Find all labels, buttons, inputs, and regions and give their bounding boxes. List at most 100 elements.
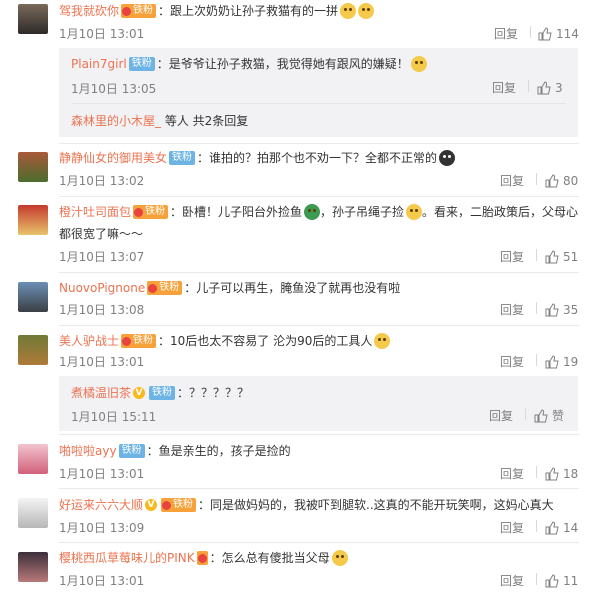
avatar[interactable] [18,444,48,474]
avatar[interactable] [18,152,48,182]
avatar[interactable] [18,205,48,235]
reply-button[interactable]: 回复 [500,249,524,265]
iron-fan-badge[interactable]: 铁粉 [169,151,196,165]
username[interactable]: 啪啦啦ayy [59,441,117,461]
iron-fan-badge[interactable]: 铁粉 [133,205,169,219]
heart-icon [122,336,132,346]
thumbs-up-icon [538,27,552,41]
iron-fan-badge[interactable]: 铁粉 [128,57,155,71]
comment-item: 樱桃西瓜草莓味儿的PINK ：怎么总有傻批当父母 1月10日 13:01 回复 … [0,546,601,593]
divider [59,488,579,489]
username[interactable]: 美人驴战士 [59,331,119,351]
iron-fan-badge[interactable] [196,551,208,565]
heart-icon [197,553,207,563]
avatar[interactable] [18,498,48,528]
like-label: 赞 [552,409,565,423]
iron-fan-badge[interactable]: 铁粉 [161,498,197,512]
iron-fan-badge[interactable]: 铁粉 [147,281,183,295]
comment-item: 橙汁吐司面包 铁粉 ：卧槽！儿子阳台外捡鱼 ，孙子吊绳子捡 。看来，二胎政策后，… [0,199,601,269]
comment-item: NuovoPignone 铁粉 ：儿子可以再生，腌鱼没了就再也没有啦 1月10日… [0,276,601,326]
like-button[interactable]: 114 [538,26,579,42]
username[interactable]: 静静仙女的御用美女 [59,148,167,168]
like-button[interactable]: 14 [545,520,578,536]
thumbs-up-icon [537,81,551,95]
more-replies[interactable]: 森林里的小木屋_ 等人 共2条回复 [71,112,248,129]
avatar[interactable] [18,4,48,34]
iron-fan-badge[interactable]: 铁粉 [121,334,157,348]
like-count: 19 [563,355,579,369]
avatar[interactable] [18,335,48,365]
grin-face-icon [331,550,348,566]
iron-fan-badge[interactable]: 铁粉 [118,444,145,458]
comment-time: 1月10日 13:07 [59,250,145,264]
comment-text: 。看来，二胎政策后，父母心 [422,205,579,219]
fish-icon [304,204,321,220]
heart-icon [162,500,172,510]
reply-username[interactable]: Plain7girl [71,54,127,74]
reply-username[interactable]: 煮橘温旧茶 [71,383,131,403]
reply-button[interactable]: 回复 [494,26,518,42]
reply-button[interactable]: 回复 [492,80,516,96]
thumbs-up-icon [545,574,559,588]
thumbs-up-icon [545,467,559,481]
dark-face-icon [439,150,456,166]
reply-text: ：？？？？？ [177,386,250,400]
like-button[interactable]: 赞 [534,408,564,424]
comment-time: 1月10日 13:01 [59,467,145,481]
more-replies-link[interactable]: 共2条回复 [193,114,249,128]
reply-button[interactable]: 回复 [500,354,524,370]
like-count: 18 [563,467,579,481]
action-separator [530,24,531,40]
divider [59,542,579,543]
username[interactable]: 樱桃西瓜草莓味儿的PINK [59,548,195,568]
avatar[interactable] [18,552,48,582]
comment-time: 1月10日 13:02 [59,174,145,188]
comment-time: 1月10日 13:01 [59,27,145,41]
doge-icon [340,3,357,19]
reply-box: 煮橘温旧茶 V 铁粉 ：？？？？？ 1月10日 15:11 回复 赞 [59,376,578,431]
thumbs-up-icon [545,355,559,369]
like-button[interactable]: 19 [545,354,578,370]
like-button[interactable]: 11 [545,573,578,589]
verified-badge[interactable]: V [145,499,158,511]
iron-fan-badge[interactable]: 铁粉 [121,4,157,18]
like-button[interactable]: 18 [545,466,578,482]
action-separator [536,247,537,263]
comment-item: 啪啦啦ayy 铁粉 ：鱼是亲生的，孩子是捡的 1月10日 13:01 回复 18 [0,438,601,488]
reply-button[interactable]: 回复 [500,466,524,482]
thumbs-up-icon [545,303,559,317]
thumbs-up-icon [545,521,559,535]
reply-button[interactable]: 回复 [489,408,513,424]
action-separator [536,518,537,534]
divider [59,272,579,273]
like-button[interactable]: 80 [545,173,578,189]
iron-fan-badge[interactable]: 铁粉 [149,386,176,400]
reply-button[interactable]: 回复 [500,573,524,589]
avatar[interactable] [18,282,48,312]
verified-badge[interactable]: V [133,387,146,399]
comment-item: 美人驴战士 铁粉 ：10后也太不容易了 沦为90后的工具人 1月10日 13:0… [0,329,601,432]
divider [59,143,579,144]
comment-text: ：10后也太不容易了 沦为90后的工具人 [158,334,373,348]
comment-text: ：卧槽！儿子阳台外捡鱼 [170,205,303,219]
username[interactable]: 橙汁吐司面包 [59,202,131,222]
comment-item: 驾我就砍你 铁粉 ：跟上次奶奶让孙子救猫有的一拼 1月10日 13:01 回复 … [0,0,601,145]
username[interactable]: 驾我就砍你 [59,1,119,21]
comment-time: 1月10日 13:01 [59,574,145,588]
glasses-face-icon [410,56,427,72]
comment-item: 静静仙女的御用美女 铁粉 ：谁拍的？拍那个也不劝一下？全都不正常的 1月10日 … [0,146,601,196]
reply-button[interactable]: 回复 [500,520,524,536]
username[interactable]: NuovoPignone [59,278,145,298]
reply-username[interactable]: 森林里的小木屋_ [71,114,161,128]
thumbs-up-icon [545,174,559,188]
username[interactable]: 好运来六六大顺 [59,495,143,515]
reply-button[interactable]: 回复 [500,173,524,189]
like-button[interactable]: 35 [545,302,578,318]
like-button[interactable]: 3 [537,80,563,96]
like-count: 11 [563,574,579,588]
reply-button[interactable]: 回复 [500,302,524,318]
like-button[interactable]: 51 [545,249,578,265]
reply-box: Plain7girl 铁粉 ：是爷爷让孙子救猫，我觉得她有跟风的嫌疑！ 1月10… [59,48,578,137]
divider [71,103,566,104]
action-separator [536,352,537,368]
